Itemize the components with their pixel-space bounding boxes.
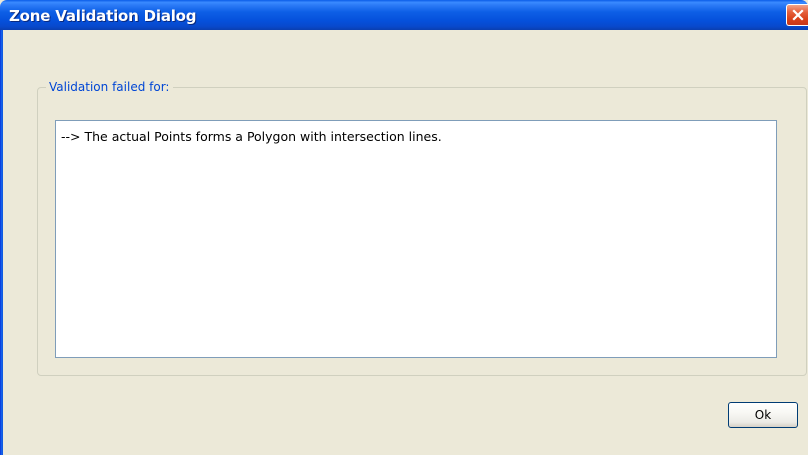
ok-button[interactable]: Ok (728, 402, 798, 428)
validation-message-textarea[interactable]: --> The actual Points forms a Polygon wi… (55, 120, 777, 358)
window-left-border (0, 30, 3, 455)
window-title: Zone Validation Dialog (9, 7, 197, 25)
dialog-window: Zone Validation Dialog Validation failed… (0, 0, 808, 455)
close-button[interactable] (786, 4, 808, 26)
close-icon (791, 9, 804, 21)
validation-message-text: --> The actual Points forms a Polygon wi… (61, 129, 442, 144)
groupbox-legend: Validation failed for: (46, 79, 174, 95)
title-bar[interactable]: Zone Validation Dialog (0, 0, 808, 30)
ok-button-label: Ok (754, 408, 772, 422)
